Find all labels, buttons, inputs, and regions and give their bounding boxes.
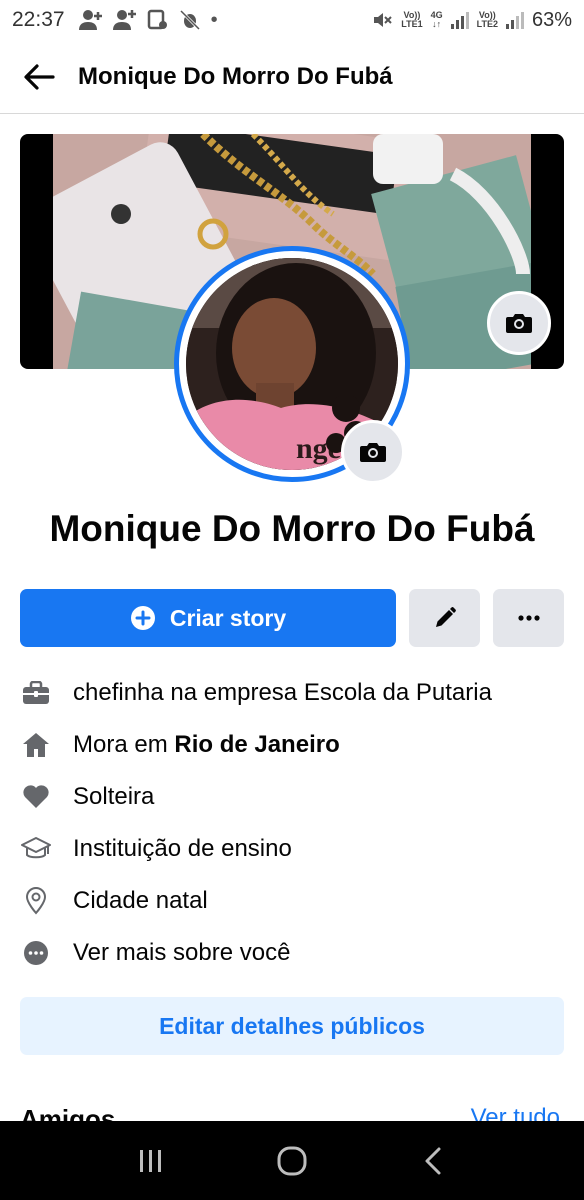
recent-apps-button[interactable] [121,1131,181,1191]
detail-see-more[interactable]: Ver mais sobre você [20,927,564,979]
detail-relationship[interactable]: Solteira [20,771,564,823]
sim1-net: 4G ↓↑ [430,10,443,29]
detail-hometown-text: Cidade natal [73,887,208,914]
edit-profile-button[interactable] [409,589,480,647]
home-circle-icon [277,1146,307,1175]
detail-lives[interactable]: Mora em Rio de Janeiro [20,719,564,771]
status-right: Vo)) LTE1 4G ↓↑ Vo)) LTE2 63% [371,9,572,32]
detail-lives-prefix: Mora em [73,731,175,758]
more-options-button[interactable] [493,589,564,647]
signal-icon-1 [450,11,469,29]
graduation-cap-icon [20,833,52,865]
detail-hometown[interactable]: Cidade natal [20,875,564,927]
profile-name: Monique Do Morro Do Fubá [49,508,535,549]
status-bar: 22:37 • Vo)) LTE1 4G ↓↑ Vo)) LTE2 63% [0,0,584,40]
system-back-button[interactable] [403,1131,463,1191]
chevron-left-icon [425,1147,441,1174]
pencil-icon [435,607,456,627]
mute-icon [374,13,392,27]
ellipsis-icon [517,615,540,621]
arrow-left-icon [24,63,55,90]
back-button[interactable] [0,40,78,114]
edit-public-details-button[interactable]: Editar detalhes públicos [20,997,564,1055]
detail-work[interactable]: chefinha na empresa Escola da Putaria [20,667,564,719]
system-nav-bar [0,1121,584,1200]
status-time: 22:37 [12,8,65,31]
detail-relationship-text: Solteira [73,783,155,810]
plus-circle-icon [130,606,155,630]
notification-icons: • [78,8,218,32]
battery-percent: 63% [531,8,572,31]
camera-icon [506,314,532,333]
detail-work-text: chefinha na empresa Escola da Putaria [73,679,492,706]
heart-icon [20,781,52,813]
top-app-bar: Monique Do Morro Do Fubá [0,40,584,114]
more-notifications-dot: • [210,8,218,31]
signal-icon-2 [505,11,524,29]
recent-apps-icon [139,1149,161,1172]
location-pin-icon [20,885,52,917]
briefcase-icon [20,677,52,709]
create-story-button[interactable]: Criar story [20,589,396,647]
home-icon [20,729,52,761]
avatar-camera-button[interactable] [341,420,405,484]
detail-lives-text: Mora em Rio de Janeiro [73,731,340,759]
screen-record-icon [147,9,167,30]
person-add-icon-2 [112,10,136,30]
camera-icon [360,443,386,462]
detail-education[interactable]: Instituição de ensino [20,823,564,875]
home-button[interactable] [262,1131,322,1191]
page-title: Monique Do Morro Do Fubá [78,62,393,90]
more-circle-icon [20,937,52,969]
profile-details: chefinha na empresa Escola da Putaria Mo… [20,667,564,979]
detail-see-more-text: Ver mais sobre você [73,939,291,966]
create-story-label: Criar story [169,604,287,631]
detail-lives-city[interactable]: Rio de Janeiro [174,731,339,758]
sim2-tag: Vo)) LTE2 [476,10,498,29]
detail-education-text: Instituição de ensino [73,835,292,862]
sim1-tag: Vo)) LTE1 [401,10,423,29]
cover-camera-button[interactable] [487,291,551,355]
person-add-icon [78,10,102,30]
no-bug-icon [179,9,200,31]
